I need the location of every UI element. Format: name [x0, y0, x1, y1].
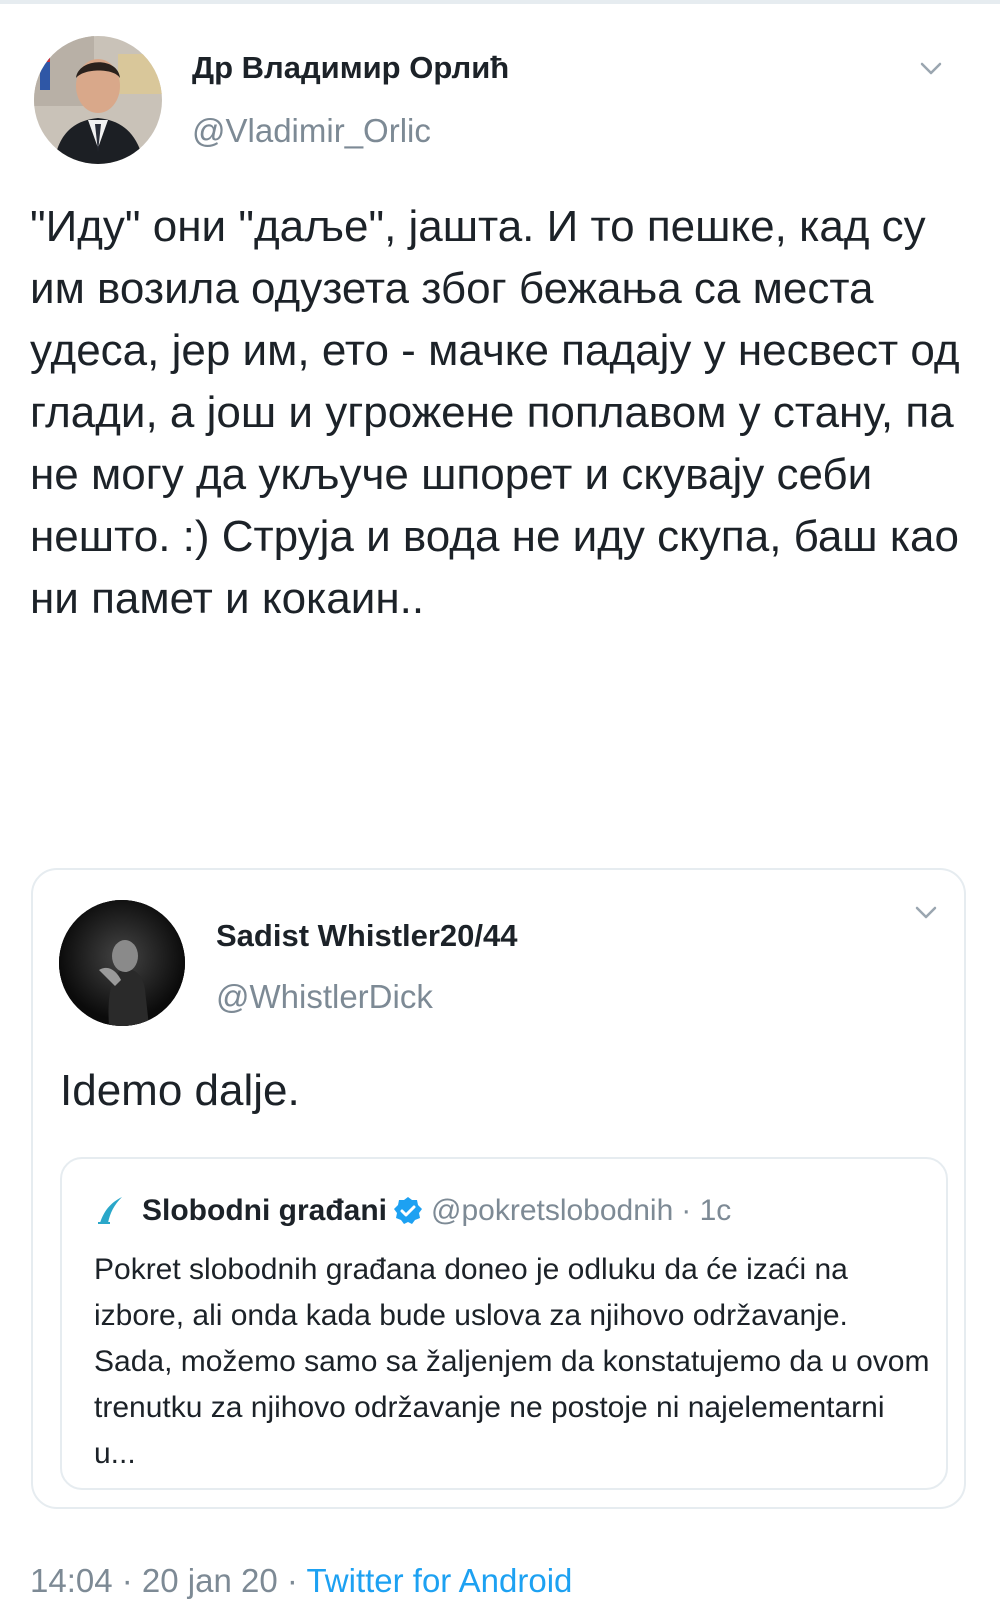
nested-quote-time: · 1c [681, 1194, 732, 1227]
verified-badge-icon [394, 1197, 422, 1224]
chevron-down-icon[interactable] [915, 906, 937, 920]
top-divider [0, 0, 1000, 4]
quoted-author-handle[interactable]: @WhistlerDick [216, 978, 433, 1016]
tweet-source-link[interactable]: Twitter for Android [306, 1562, 572, 1599]
nested-author-handle[interactable]: @pokretslobodnih [431, 1194, 673, 1228]
author-display-name[interactable]: Др Владимир Орлић [192, 50, 509, 86]
quoted-author-avatar[interactable] [59, 900, 185, 1026]
author-avatar[interactable] [34, 36, 162, 164]
quoted-tweet-card[interactable]: Sadist Whistler20/44 @WhistlerDick Idemo… [31, 868, 966, 1509]
quoted-author-display-name[interactable]: Sadist Whistler20/44 [216, 918, 518, 954]
tweet-timestamp: 14:04 · 20 jan 20 · [30, 1562, 307, 1599]
psg-logo-icon [98, 1197, 122, 1224]
chevron-down-icon[interactable] [920, 62, 942, 76]
nested-author-display-name[interactable]: Slobodni građani [142, 1194, 387, 1228]
tweet-text: "Иду" они "даље", јашта. И то пешке, кад… [30, 202, 960, 623]
nested-quote-text: Pokret slobodnih građana doneo je odluku… [94, 1253, 930, 1470]
quoted-tweet-text: Idemo dalje. [60, 1066, 300, 1115]
nested-quote-card[interactable]: Slobodni građani @pokretslobodnih · 1c P… [60, 1157, 948, 1490]
author-handle[interactable]: @Vladimir_Orlic [192, 112, 431, 150]
tweet-footer: 14:04 · 20 jan 20 · Twitter for Android [30, 1562, 572, 1600]
nested-quote-header: Slobodni građani @pokretslobodnih · 1c [94, 1191, 731, 1231]
